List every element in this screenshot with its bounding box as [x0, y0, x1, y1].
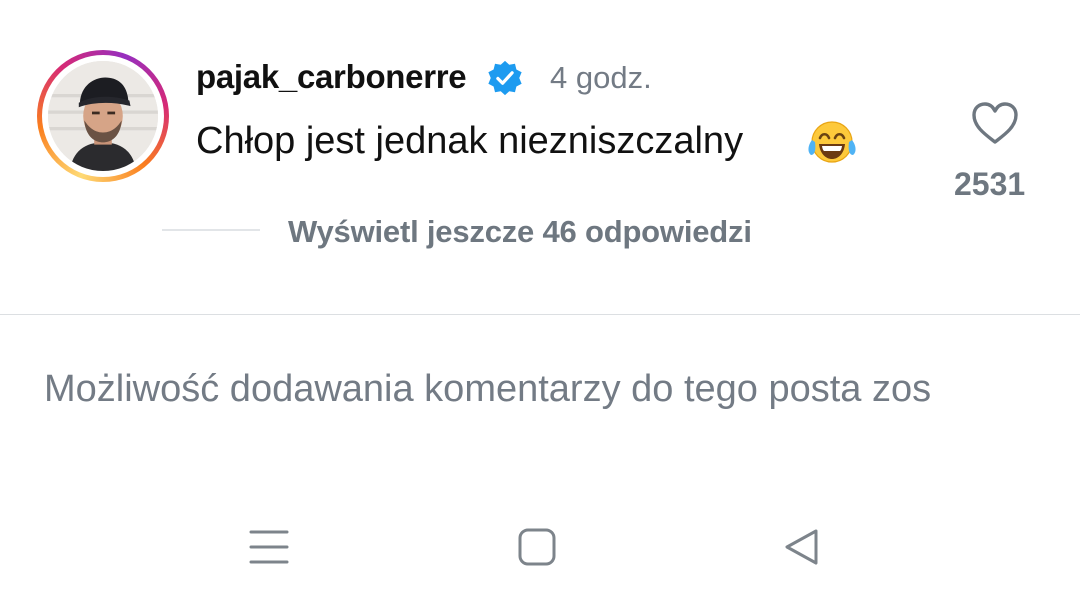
avatar[interactable] — [37, 50, 169, 182]
comment-text: Chłop jest jednak niezniszczalny — [196, 120, 744, 162]
avatar-border — [42, 55, 164, 177]
comments-disabled-notice: Możliwość dodawania komentarzy do tego p… — [44, 368, 932, 410]
avatar-photo — [48, 61, 158, 171]
comments-screen: pajak_carbonerre 4 godz. Chłop jest jedn… — [0, 0, 1080, 613]
section-divider — [0, 314, 1080, 315]
heart-icon[interactable] — [970, 100, 1020, 146]
face-with-tears-of-joy-icon — [808, 121, 856, 163]
comment-timestamp: 4 godz. — [550, 60, 652, 95]
avatar-portrait-icon — [48, 61, 158, 171]
view-more-replies-button[interactable]: Wyświetl jeszcze 46 odpowiedzi — [288, 214, 752, 250]
back-icon[interactable] — [782, 527, 822, 567]
comment-username[interactable]: pajak_carbonerre — [196, 58, 467, 96]
replies-divider-line — [162, 229, 260, 231]
verified-badge-icon — [488, 60, 522, 96]
home-icon[interactable] — [518, 528, 556, 566]
like-count: 2531 — [954, 166, 1026, 202]
recent-apps-icon[interactable] — [248, 527, 290, 567]
